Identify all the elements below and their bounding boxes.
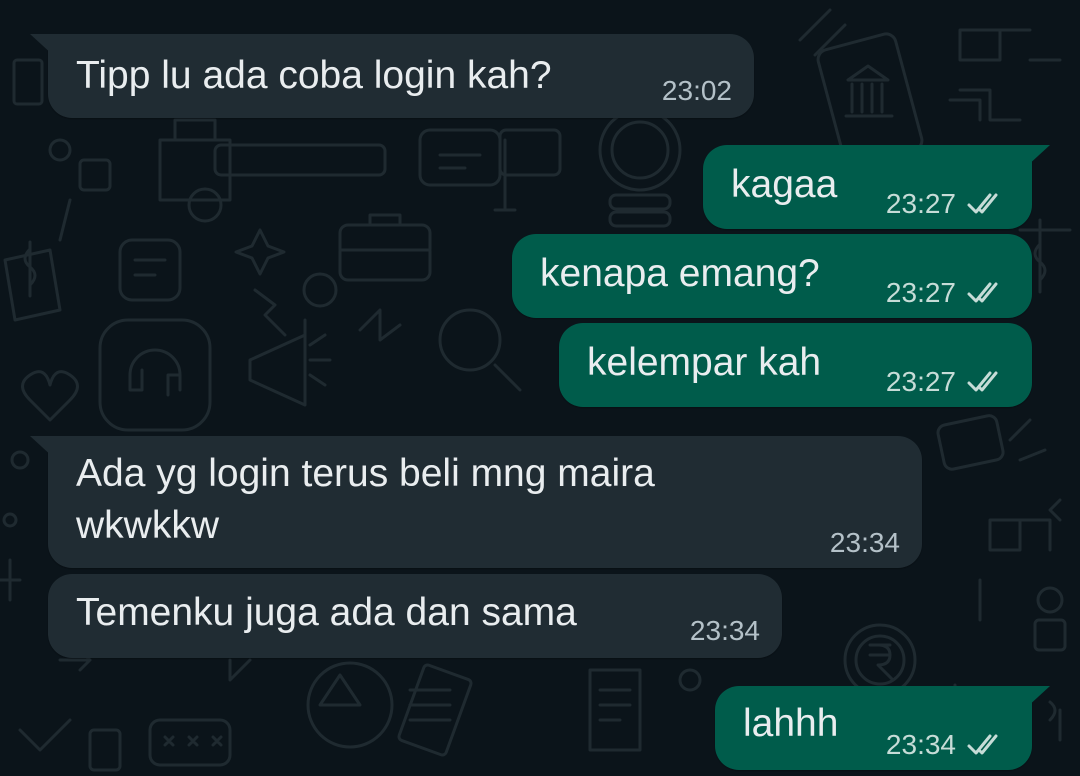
bubble-tail-icon <box>1026 145 1050 167</box>
bubble-tail-icon <box>1026 686 1050 708</box>
outgoing-message[interactable]: kagaa 23:27 <box>703 145 1050 229</box>
incoming-message[interactable]: Ada yg login terus beli mng maira wkwkkw… <box>30 436 922 568</box>
bubble-tail-icon <box>30 436 54 458</box>
message-text: Tipp lu ada coba login kah? <box>76 54 552 97</box>
message-time: 23:34 <box>885 729 956 760</box>
outgoing-message[interactable]: lahhh 23:34 <box>715 686 1050 770</box>
message-text: lahhh <box>743 702 839 745</box>
message-time: 23:34 <box>689 615 760 646</box>
message-text: kelempar kah <box>587 341 822 384</box>
message-text: kagaa <box>731 163 838 206</box>
message-time: 23:02 <box>661 75 732 106</box>
incoming-message[interactable]: Tipp lu ada coba login kah? 23:02 <box>30 34 754 118</box>
message-time: 23:27 <box>885 366 956 397</box>
incoming-message[interactable]: Temenku juga ada dan sama 23:34 <box>48 574 782 658</box>
message-meta: 23:34 <box>690 616 760 646</box>
message-time: 23:27 <box>885 277 956 308</box>
double-check-icon <box>967 193 998 214</box>
bubble-tail-icon <box>30 34 54 56</box>
message-meta: 23:34 <box>830 528 900 558</box>
message-text: kenapa emang? <box>540 252 820 295</box>
outgoing-message[interactable]: kelempar kah 23:27 <box>559 323 1032 407</box>
message-text: Ada yg login terus beli mng maira wkwkkw <box>76 452 655 547</box>
message-meta: 23:27 <box>886 189 1006 219</box>
double-check-icon <box>967 734 998 755</box>
double-check-icon <box>967 371 998 392</box>
message-meta: 23:27 <box>886 278 1006 308</box>
message-meta: 23:27 <box>886 367 1006 397</box>
message-time: 23:27 <box>885 188 956 219</box>
message-meta: 23:34 <box>886 730 1006 760</box>
message-time: 23:34 <box>829 527 900 558</box>
message-text: Temenku juga ada dan sama <box>76 591 577 634</box>
double-check-icon <box>967 282 998 303</box>
outgoing-message[interactable]: kenapa emang? 23:27 <box>512 234 1032 318</box>
message-meta: 23:02 <box>662 76 732 106</box>
